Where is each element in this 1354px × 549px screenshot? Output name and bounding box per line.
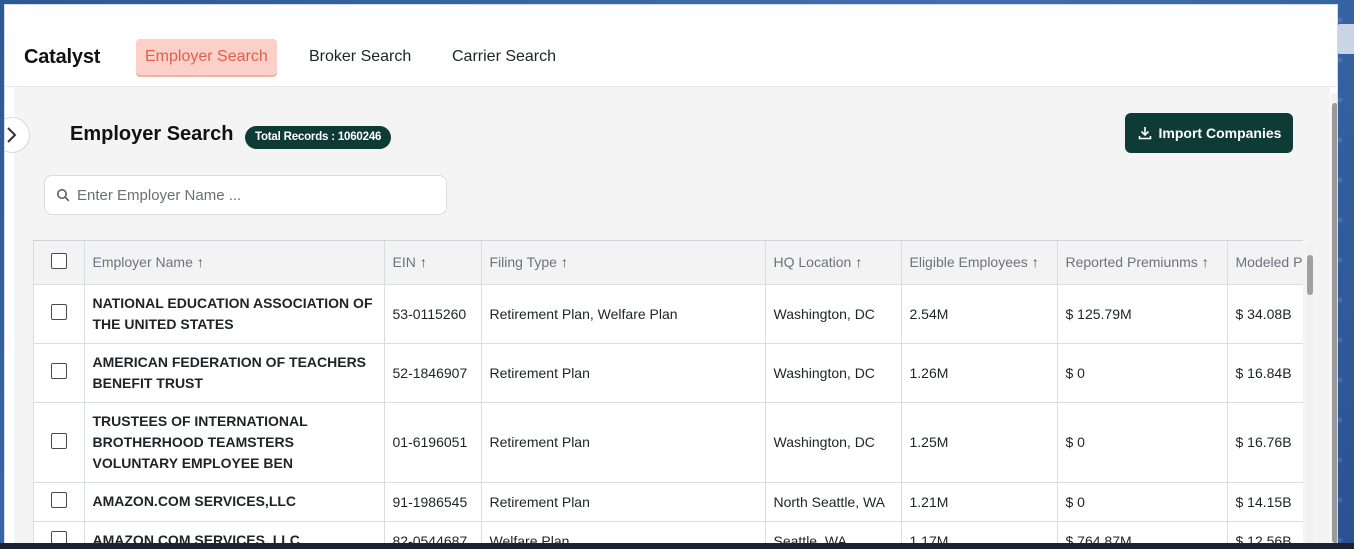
- row-checkbox[interactable]: [50, 432, 67, 449]
- tab-broker-search[interactable]: Broker Search: [300, 39, 420, 75]
- column-header-filing-type[interactable]: Filing Type ↑: [481, 241, 766, 285]
- employer-table: Employer Name ↑ EIN ↑ Filing Type ↑ HQ Loca…: [33, 240, 1303, 548]
- eligible-employees-cell: 1.25M: [901, 402, 1058, 483]
- side-handle[interactable]: [1337, 24, 1354, 54]
- column-header-hq-location[interactable]: HQ Location ↑: [765, 241, 902, 285]
- modeled-cell: $ 16.84B: [1227, 343, 1303, 403]
- modeled-cell: $ 16.76B: [1227, 402, 1303, 483]
- hq-location-cell: North Seattle, WA: [765, 482, 902, 522]
- total-records-badge: Total Records : 1060246: [245, 126, 392, 149]
- eligible-employees-cell: 1.26M: [901, 343, 1058, 403]
- ein-cell: 52-1846907: [384, 343, 482, 403]
- column-header-ein[interactable]: EIN ↑: [384, 241, 482, 285]
- app-window: Catalyst Employer Search Broker Search C…: [4, 4, 1338, 549]
- column-label: Reported Premiunms: [1065, 254, 1198, 271]
- reported-premiums-cell: $ 0: [1057, 343, 1228, 403]
- import-button-label: Import Companies: [1158, 125, 1282, 141]
- hq-location-cell: Washington, DC: [765, 284, 902, 344]
- tab-employer-search[interactable]: Employer Search: [136, 39, 277, 75]
- column-label: Eligible Employees: [909, 254, 1028, 271]
- tab-carrier-search[interactable]: Carrier Search: [443, 39, 565, 75]
- modeled-cell: $ 14.15B: [1227, 482, 1303, 522]
- reported-premiums-cell: $ 0: [1057, 402, 1228, 483]
- sort-arrow-icon[interactable]: ↑: [197, 254, 204, 270]
- column-label: Modeled P: [1235, 254, 1303, 271]
- ein-cell: 01-6196051: [384, 402, 482, 483]
- filing-type-cell: Retirement Plan, Welfare Plan: [481, 284, 766, 344]
- column-label: EIN: [392, 254, 416, 271]
- filing-type-cell: Retirement Plan: [481, 482, 766, 522]
- page-scroll-thumb[interactable]: [1332, 103, 1337, 543]
- column-header-modeled[interactable]: Modeled P: [1227, 241, 1303, 285]
- column-header-reported-premiums[interactable]: Reported Premiunms ↑: [1057, 241, 1228, 285]
- reported-premiums-cell: $ 0: [1057, 482, 1228, 522]
- table-row[interactable]: AMERICAN FEDERATION OF TEACHERS BENEFIT …: [34, 343, 1303, 403]
- sort-arrow-icon[interactable]: ↑: [561, 254, 568, 270]
- employer-search-input[interactable]: [77, 176, 437, 214]
- sort-arrow-icon[interactable]: ↑: [420, 254, 427, 270]
- taskbar: [0, 543, 1354, 549]
- column-label: Employer Name: [92, 254, 193, 271]
- eligible-employees-cell: 1.21M: [901, 482, 1058, 522]
- table-row[interactable]: AMAZON.COM SERVICES,LLC 91-1986545 Retir…: [34, 482, 1303, 522]
- sort-arrow-icon[interactable]: ↑: [1032, 254, 1039, 270]
- column-label: Filing Type: [489, 254, 557, 271]
- filing-type-cell: Retirement Plan: [481, 402, 766, 483]
- row-checkbox[interactable]: [50, 492, 67, 508]
- employer-name-cell[interactable]: NATIONAL EDUCATION ASSOCIATION OF THE UN…: [84, 284, 385, 344]
- row-select-cell: [34, 482, 85, 522]
- table-horizontal-scrollbar[interactable]: [1307, 245, 1313, 548]
- sort-arrow-icon[interactable]: ↑: [855, 254, 862, 270]
- filing-type-cell: Retirement Plan: [481, 343, 766, 403]
- table-row[interactable]: NATIONAL EDUCATION ASSOCIATION OF THE UN…: [34, 284, 1303, 344]
- table-scroll-thumb[interactable]: [1307, 255, 1313, 295]
- ein-cell: 53-0115260: [384, 284, 482, 344]
- employer-name-cell[interactable]: TRUSTEES OF INTERNATIONAL BROTHERHOOD TE…: [84, 402, 385, 483]
- employer-name-cell[interactable]: AMERICAN FEDERATION OF TEACHERS BENEFIT …: [84, 343, 385, 403]
- hq-location-cell: Washington, DC: [765, 402, 902, 483]
- download-icon: [1138, 127, 1151, 140]
- row-select-cell: [34, 284, 85, 344]
- column-label: HQ Location: [773, 254, 852, 271]
- eligible-employees-cell: 2.54M: [901, 284, 1058, 344]
- search-icon: [57, 189, 70, 202]
- row-checkbox[interactable]: [50, 304, 67, 320]
- table-row[interactable]: TRUSTEES OF INTERNATIONAL BROTHERHOOD TE…: [34, 402, 1303, 483]
- sort-arrow-icon[interactable]: ↑: [1202, 254, 1209, 270]
- select-all-checkbox[interactable]: [50, 252, 67, 269]
- brand-logo[interactable]: Catalyst: [24, 46, 100, 69]
- employer-name-cell[interactable]: AMAZON.COM SERVICES,LLC: [84, 482, 385, 522]
- employer-search-field[interactable]: [44, 175, 447, 215]
- column-header-employer-name[interactable]: Employer Name ↑: [84, 241, 385, 285]
- row-select-cell: [34, 402, 85, 483]
- reported-premiums-cell: $ 125.79M: [1057, 284, 1228, 344]
- import-companies-button[interactable]: Import Companies: [1125, 113, 1293, 153]
- chevron-right-icon: [7, 127, 17, 143]
- page-scrollbar[interactable]: [1331, 93, 1337, 548]
- table-header-row: Employer Name ↑ EIN ↑ Filing Type ↑ HQ Loca…: [34, 241, 1303, 285]
- row-checkbox[interactable]: [50, 363, 67, 379]
- column-header-eligible-employees[interactable]: Eligible Employees ↑: [901, 241, 1058, 285]
- modeled-cell: $ 34.08B: [1227, 284, 1303, 344]
- hq-location-cell: Washington, DC: [765, 343, 902, 403]
- top-nav: Catalyst Employer Search Broker Search C…: [5, 5, 1337, 87]
- page-title: Employer Search: [70, 123, 234, 145]
- select-all-cell: [34, 241, 85, 285]
- row-select-cell: [34, 343, 85, 403]
- ein-cell: 91-1986545: [384, 482, 482, 522]
